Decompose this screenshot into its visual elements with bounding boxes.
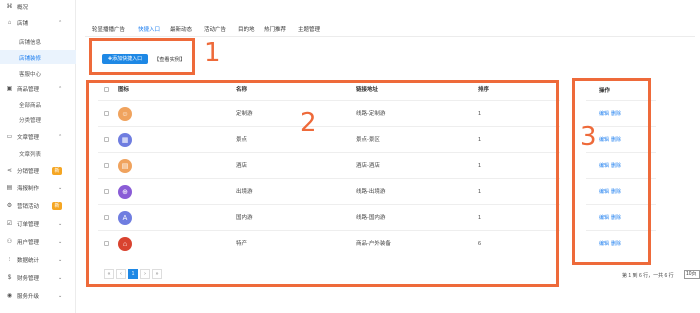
sidebar-item-label: 分类管理 bbox=[19, 118, 42, 124]
share-icon: ⋖ bbox=[6, 167, 13, 174]
annotation-box-2 bbox=[86, 80, 559, 287]
sidebar-item-customer-center[interactable]: 客服中心 bbox=[0, 66, 76, 80]
sidebar-item-label: 海报制作 bbox=[17, 186, 40, 192]
tab-theme-mgmt[interactable]: 主题管理 bbox=[298, 25, 320, 33]
sidebar-item-order[interactable]: ☑ 订单管理 ⌄ bbox=[0, 217, 76, 231]
poster-icon: ▤ bbox=[6, 184, 13, 191]
sidebar-item-label: 店铺 bbox=[17, 21, 29, 27]
user-icon: ⚇ bbox=[6, 238, 13, 245]
sidebar-item-label: 客服中心 bbox=[19, 72, 42, 78]
sidebar-item-goods[interactable]: ▣ 商品管理 ⌃ bbox=[0, 82, 76, 96]
sidebar-item-label: 分销管理 bbox=[17, 169, 40, 175]
tab-activity-ads[interactable]: 活动广告 bbox=[204, 25, 226, 33]
sidebar-item-all-goods[interactable]: 全部商品 bbox=[0, 97, 76, 111]
sidebar-item-label: 概况 bbox=[17, 5, 29, 11]
tab-hot-recommend[interactable]: 热门推荐 bbox=[264, 25, 286, 33]
chevron-down-icon: ⌄ bbox=[58, 257, 63, 263]
order-icon: ☑ bbox=[6, 220, 13, 227]
tab-carousel-ads[interactable]: 轮显播播广告 bbox=[92, 25, 125, 33]
sidebar-item-label: 用户管理 bbox=[17, 240, 40, 246]
new-badge: 新 bbox=[52, 202, 62, 210]
sidebar-item-label: 文章列表 bbox=[19, 152, 42, 158]
sidebar-item-article-list[interactable]: 文章列表 bbox=[0, 146, 76, 160]
page-info: 第 1 到 6 行，一共 6 行 bbox=[622, 273, 674, 279]
gear-icon: ⚙ bbox=[6, 202, 13, 209]
store-icon: ⌂ bbox=[7, 19, 12, 26]
new-badge: 新 bbox=[52, 167, 62, 175]
sidebar-item-store[interactable]: ⌂ 店铺 ⌃ bbox=[0, 16, 76, 30]
chart-icon: ⫶ bbox=[8, 256, 11, 263]
sidebar-item-label: 服务升级 bbox=[17, 294, 40, 300]
chevron-down-icon: ⌄ bbox=[58, 185, 63, 191]
book-icon: ▭ bbox=[6, 133, 13, 140]
annotation-label-1: 1 bbox=[204, 38, 221, 68]
chevron-down-icon: ⌄ bbox=[58, 275, 63, 281]
tab-latest-news[interactable]: 最新动态 bbox=[170, 25, 192, 33]
sidebar-item-finance[interactable]: $ 财务管理 ⌄ bbox=[0, 271, 76, 285]
annotation-label-2: 2 bbox=[300, 108, 317, 138]
chevron-down-icon: ⌄ bbox=[58, 221, 63, 227]
sidebar-item-distribution[interactable]: ⋖ 分销管理 新 bbox=[0, 164, 76, 178]
tab-destination[interactable]: 目的地 bbox=[238, 25, 255, 33]
sidebar-item-poster[interactable]: ▤ 海报制作 ⌄ bbox=[0, 181, 76, 195]
chevron-down-icon: ⌄ bbox=[58, 293, 63, 299]
sidebar-item-store-info[interactable]: 店铺信息 bbox=[0, 34, 76, 48]
annotation-label-3: 3 bbox=[580, 122, 597, 152]
sidebar-item-label: 订单管理 bbox=[17, 222, 40, 228]
sidebar-item-label: 数据统计 bbox=[17, 258, 40, 264]
sidebar-item-user[interactable]: ⚇ 用户管理 ⌄ bbox=[0, 235, 76, 249]
sidebar-item-category[interactable]: 分类管理 bbox=[0, 112, 76, 126]
goods-icon: ▣ bbox=[6, 85, 13, 92]
sidebar-item-marketing[interactable]: ⚙ 营销活动 新 bbox=[0, 199, 76, 213]
annotation-box-1 bbox=[89, 38, 195, 75]
sidebar-item-label: 财务管理 bbox=[17, 276, 40, 282]
sidebar-item-label: 全部商品 bbox=[19, 103, 42, 109]
page-size-select[interactable]: 10页 bbox=[684, 270, 700, 279]
chevron-up-icon: ⌃ bbox=[58, 134, 63, 140]
tab-quick-entry[interactable]: 快捷入口 bbox=[138, 25, 160, 33]
upgrade-icon: ◉ bbox=[6, 292, 13, 299]
chevron-up-icon: ⌃ bbox=[58, 20, 63, 26]
tab-divider bbox=[85, 36, 695, 37]
sidebar-item-label: 店铺装修 bbox=[19, 56, 42, 62]
annotation-box-3 bbox=[572, 78, 651, 265]
sidebar-item-label: 营销活动 bbox=[17, 204, 40, 210]
sidebar-item-label: 店铺信息 bbox=[19, 40, 42, 46]
sidebar-item-upgrade[interactable]: ◉ 服务升级 ⌄ bbox=[0, 289, 76, 303]
dollar-icon: $ bbox=[7, 274, 12, 281]
sidebar: ⌘ 概况 ⌂ 店铺 ⌃ 店铺信息 店铺装修 客服中心 ▣ 商品管理 ⌃ 全部商品… bbox=[0, 0, 76, 313]
sidebar-item-label: 商品管理 bbox=[17, 87, 40, 93]
sidebar-item-store-decor[interactable]: 店铺装修 bbox=[0, 50, 76, 64]
chevron-up-icon: ⌃ bbox=[58, 86, 63, 92]
sidebar-item-stats[interactable]: ⫶ 数据统计 ⌄ bbox=[0, 253, 76, 267]
overview-icon: ⌘ bbox=[6, 3, 13, 10]
sidebar-item-label: 文章管理 bbox=[17, 135, 40, 141]
sidebar-item-overview[interactable]: ⌘ 概况 bbox=[0, 0, 76, 14]
sidebar-item-article[interactable]: ▭ 文章管理 ⌃ bbox=[0, 130, 76, 144]
chevron-down-icon: ⌄ bbox=[58, 239, 63, 245]
